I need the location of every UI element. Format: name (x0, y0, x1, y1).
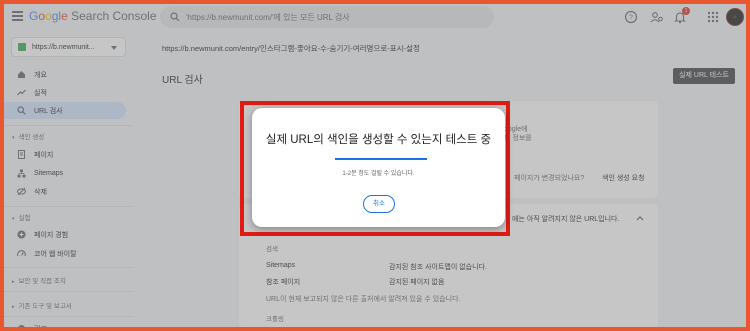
cancel-button[interactable]: 취소 (363, 195, 395, 213)
app-window: Google Search Console 'https://b.newmuni… (4, 4, 746, 327)
dialog-title: 실제 URL의 색인을 생성할 수 있는지 테스트 중 (265, 134, 492, 146)
progress-fill (335, 158, 427, 160)
dialog-subtitle: 1-2분 정도 걸릴 수 있습니다. (342, 171, 415, 177)
live-test-dialog: 실제 URL의 색인을 생성할 수 있는지 테스트 중 1-2분 정도 걸릴 수… (252, 108, 505, 227)
progress-bar (335, 158, 427, 160)
